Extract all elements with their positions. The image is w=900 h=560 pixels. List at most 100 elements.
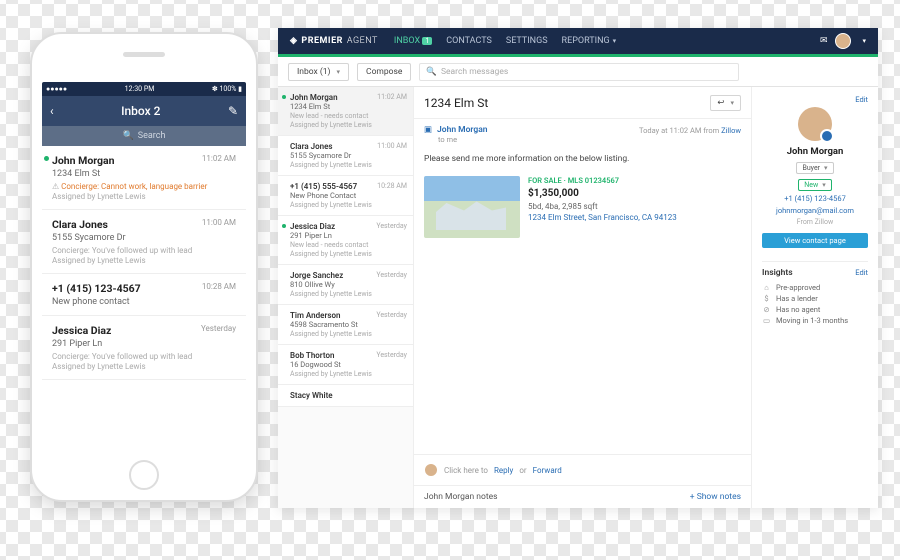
thread-title: 1234 Elm St	[424, 96, 488, 110]
insight-row: ⌂ Pre-approved	[762, 283, 868, 292]
message-list-item[interactable]: Jorge Sanchez810 Ollive WyAssigned by Ly…	[278, 265, 413, 305]
sender-name[interactable]: John Morgan	[437, 125, 488, 135]
lead-sub: 1234 Elm St	[52, 169, 236, 179]
topbar-right: ✉	[820, 33, 866, 49]
lead-row[interactable]: Clara Jones5155 Sycamore DrConcierge: Yo…	[42, 210, 246, 274]
edit-insights-link[interactable]: Edit	[855, 268, 868, 278]
reply-link[interactable]: Reply	[494, 466, 513, 475]
top-nav: INBOX 1 CONTACTS SETTINGS REPORTING	[394, 36, 616, 46]
lead-row[interactable]: +1 (415) 123-4567New phone contact10:28 …	[42, 274, 246, 316]
message-list-item[interactable]: +1 (415) 555-4567New Phone ContactAssign…	[278, 176, 413, 216]
list-time: 10:28 AM	[377, 182, 407, 190]
lead-sub: 5155 Sycamore Dr	[52, 233, 236, 243]
insight-icon: ▭	[762, 316, 771, 325]
listing-address[interactable]: 1234 Elm Street, San Francisco, CA 94123	[528, 212, 677, 223]
message-list-item[interactable]: Jessica Diaz291 Piper LnNew lead - needs…	[278, 216, 413, 265]
contact-name: John Morgan	[762, 146, 868, 157]
message-from-row: ▣ John Morgan Today at 11:02 AM from Zil…	[414, 119, 751, 135]
insight-label: Pre-approved	[776, 283, 820, 292]
contact-phone[interactable]: +1 (415) 123-4567	[762, 194, 868, 203]
status-time: 12:30 PM	[125, 85, 155, 93]
reply-avatar	[424, 463, 438, 477]
contact-tags: Buyer	[762, 162, 868, 174]
list-assigned: Assigned by Lynette Lewis	[290, 121, 405, 129]
lead-concierge: Concierge: You've followed up with lead	[52, 246, 236, 255]
topbar: ◈ PREMIERAGENT INBOX 1 CONTACTS SETTINGS RE…	[278, 28, 878, 54]
nav-item[interactable]: INBOX 1	[394, 36, 432, 46]
phone-screen: ●●●●● 12:30 PM ✽ 100% ▮ ‹ Inbox 2 ✎ 🔍 Se…	[42, 82, 246, 456]
message-to: to me	[414, 135, 751, 150]
lead-assigned: Assigned by Lynette Lewis	[52, 362, 236, 371]
notification-icon[interactable]: ✉	[820, 36, 828, 46]
contact-avatar[interactable]	[798, 107, 832, 141]
notes-row: John Morgan notes + Show notes	[414, 485, 751, 508]
list-time: 11:00 AM	[377, 142, 407, 150]
lead-sub: New phone contact	[52, 297, 236, 307]
nav-item[interactable]: REPORTING	[562, 36, 617, 46]
nav-item[interactable]: SETTINGS	[506, 36, 548, 46]
list-sub: New Phone Contact	[290, 191, 405, 200]
list-time: Yesterday	[376, 271, 407, 279]
insight-row: ▭Moving in 1-3 months	[762, 316, 868, 325]
list-assigned: Assigned by Lynette Lewis	[290, 250, 405, 258]
list-assigned: Assigned by Lynette Lewis	[290, 330, 405, 338]
list-sub: 1234 Elm St	[290, 102, 405, 111]
nav-item[interactable]: CONTACTS	[446, 36, 492, 46]
desktop-window: ◈ PREMIERAGENT INBOX 1 CONTACTS SETTINGS RE…	[278, 28, 878, 508]
buyer-pill[interactable]: Buyer	[796, 162, 833, 174]
zillow-icon: ▣	[424, 125, 432, 135]
show-notes-link[interactable]: + Show notes	[690, 492, 741, 502]
insight-row: ⊘Has no agent	[762, 305, 868, 314]
list-time: 11:02 AM	[377, 93, 407, 101]
message-list-item[interactable]: Clara Jones5155 Sycamore DrAssigned by L…	[278, 136, 413, 176]
search-messages-input[interactable]: 🔍 Search messages	[419, 63, 739, 81]
reply-dropdown-button[interactable]: ↩	[710, 95, 741, 111]
phone-search-bar[interactable]: 🔍 Search	[42, 126, 246, 146]
user-menu-caret[interactable]	[859, 36, 866, 46]
listing-specs: 5bd, 4ba, 2,985 sqft	[528, 201, 677, 212]
thread-panel: 1234 Elm St ↩ ▣ John Morgan Today at 11:…	[414, 87, 752, 508]
brand-logo[interactable]: ◈ PREMIERAGENT	[290, 36, 378, 46]
compose-icon[interactable]: ✎	[228, 104, 238, 118]
back-button[interactable]: ‹	[50, 104, 54, 118]
insight-icon: $	[762, 294, 771, 303]
list-time: Yesterday	[376, 351, 407, 359]
message-list-item[interactable]: Stacy White	[278, 385, 413, 407]
list-assigned: Assigned by Lynette Lewis	[290, 290, 405, 298]
lead-row[interactable]: John Morgan1234 Elm St⚠ Concierge: Canno…	[42, 146, 246, 210]
message-body: Please send me more information on the b…	[414, 150, 751, 168]
list-assigned: Assigned by Lynette Lewis	[290, 370, 405, 378]
edit-contact-link[interactable]: Edit	[762, 95, 868, 104]
list-sub: 16 Dogwood St	[290, 360, 405, 369]
message-list-item[interactable]: Tim Anderson4598 Sacramento StAssigned b…	[278, 305, 413, 345]
insight-row: $Has a lender	[762, 294, 868, 303]
message-meta: Today at 11:02 AM from Zillow	[639, 126, 741, 135]
lead-concierge: ⚠ Concierge: Cannot work, language barri…	[52, 182, 236, 191]
lead-row[interactable]: Jessica Diaz291 Piper LnConcierge: You'v…	[42, 316, 246, 380]
search-icon: 🔍	[123, 131, 134, 141]
message-list-item[interactable]: John Morgan1234 Elm StNew lead - needs c…	[278, 87, 413, 136]
list-sub2: New lead - needs contact	[290, 241, 405, 249]
forward-link[interactable]: Forward	[533, 466, 562, 475]
listing-card[interactable]: FOR SALE · MLS 01234567 $1,350,000 5bd, …	[424, 176, 741, 238]
list-sub: 291 Piper Ln	[290, 231, 405, 240]
listing-info: FOR SALE · MLS 01234567 $1,350,000 5bd, …	[528, 176, 677, 238]
list-sub: 4598 Sacramento St	[290, 320, 405, 329]
user-avatar[interactable]	[835, 33, 851, 49]
home-button[interactable]	[129, 460, 159, 490]
lead-concierge: Concierge: You've followed up with lead	[52, 352, 236, 361]
inbox-select[interactable]: Inbox (1)	[288, 63, 349, 81]
phone-frame: ●●●●● 12:30 PM ✽ 100% ▮ ‹ Inbox 2 ✎ 🔍 Se…	[30, 32, 258, 502]
nav-badge: 1	[422, 37, 432, 45]
list-name: Stacy White	[290, 391, 405, 400]
insights-header: Insights Edit	[762, 261, 868, 278]
contact-email[interactable]: johnmorgan@mail.com	[762, 206, 868, 215]
message-list-item[interactable]: Bob Thorton16 Dogwood StAssigned by Lyne…	[278, 345, 413, 385]
insight-icon: ⊘	[762, 305, 771, 314]
new-pill[interactable]: New	[798, 179, 831, 191]
insight-icon: ⌂	[762, 283, 771, 292]
list-time: Yesterday	[376, 311, 407, 319]
lead-time: 11:00 AM	[202, 218, 236, 227]
compose-button[interactable]: Compose	[357, 63, 411, 81]
view-contact-button[interactable]: View contact page	[762, 233, 868, 248]
